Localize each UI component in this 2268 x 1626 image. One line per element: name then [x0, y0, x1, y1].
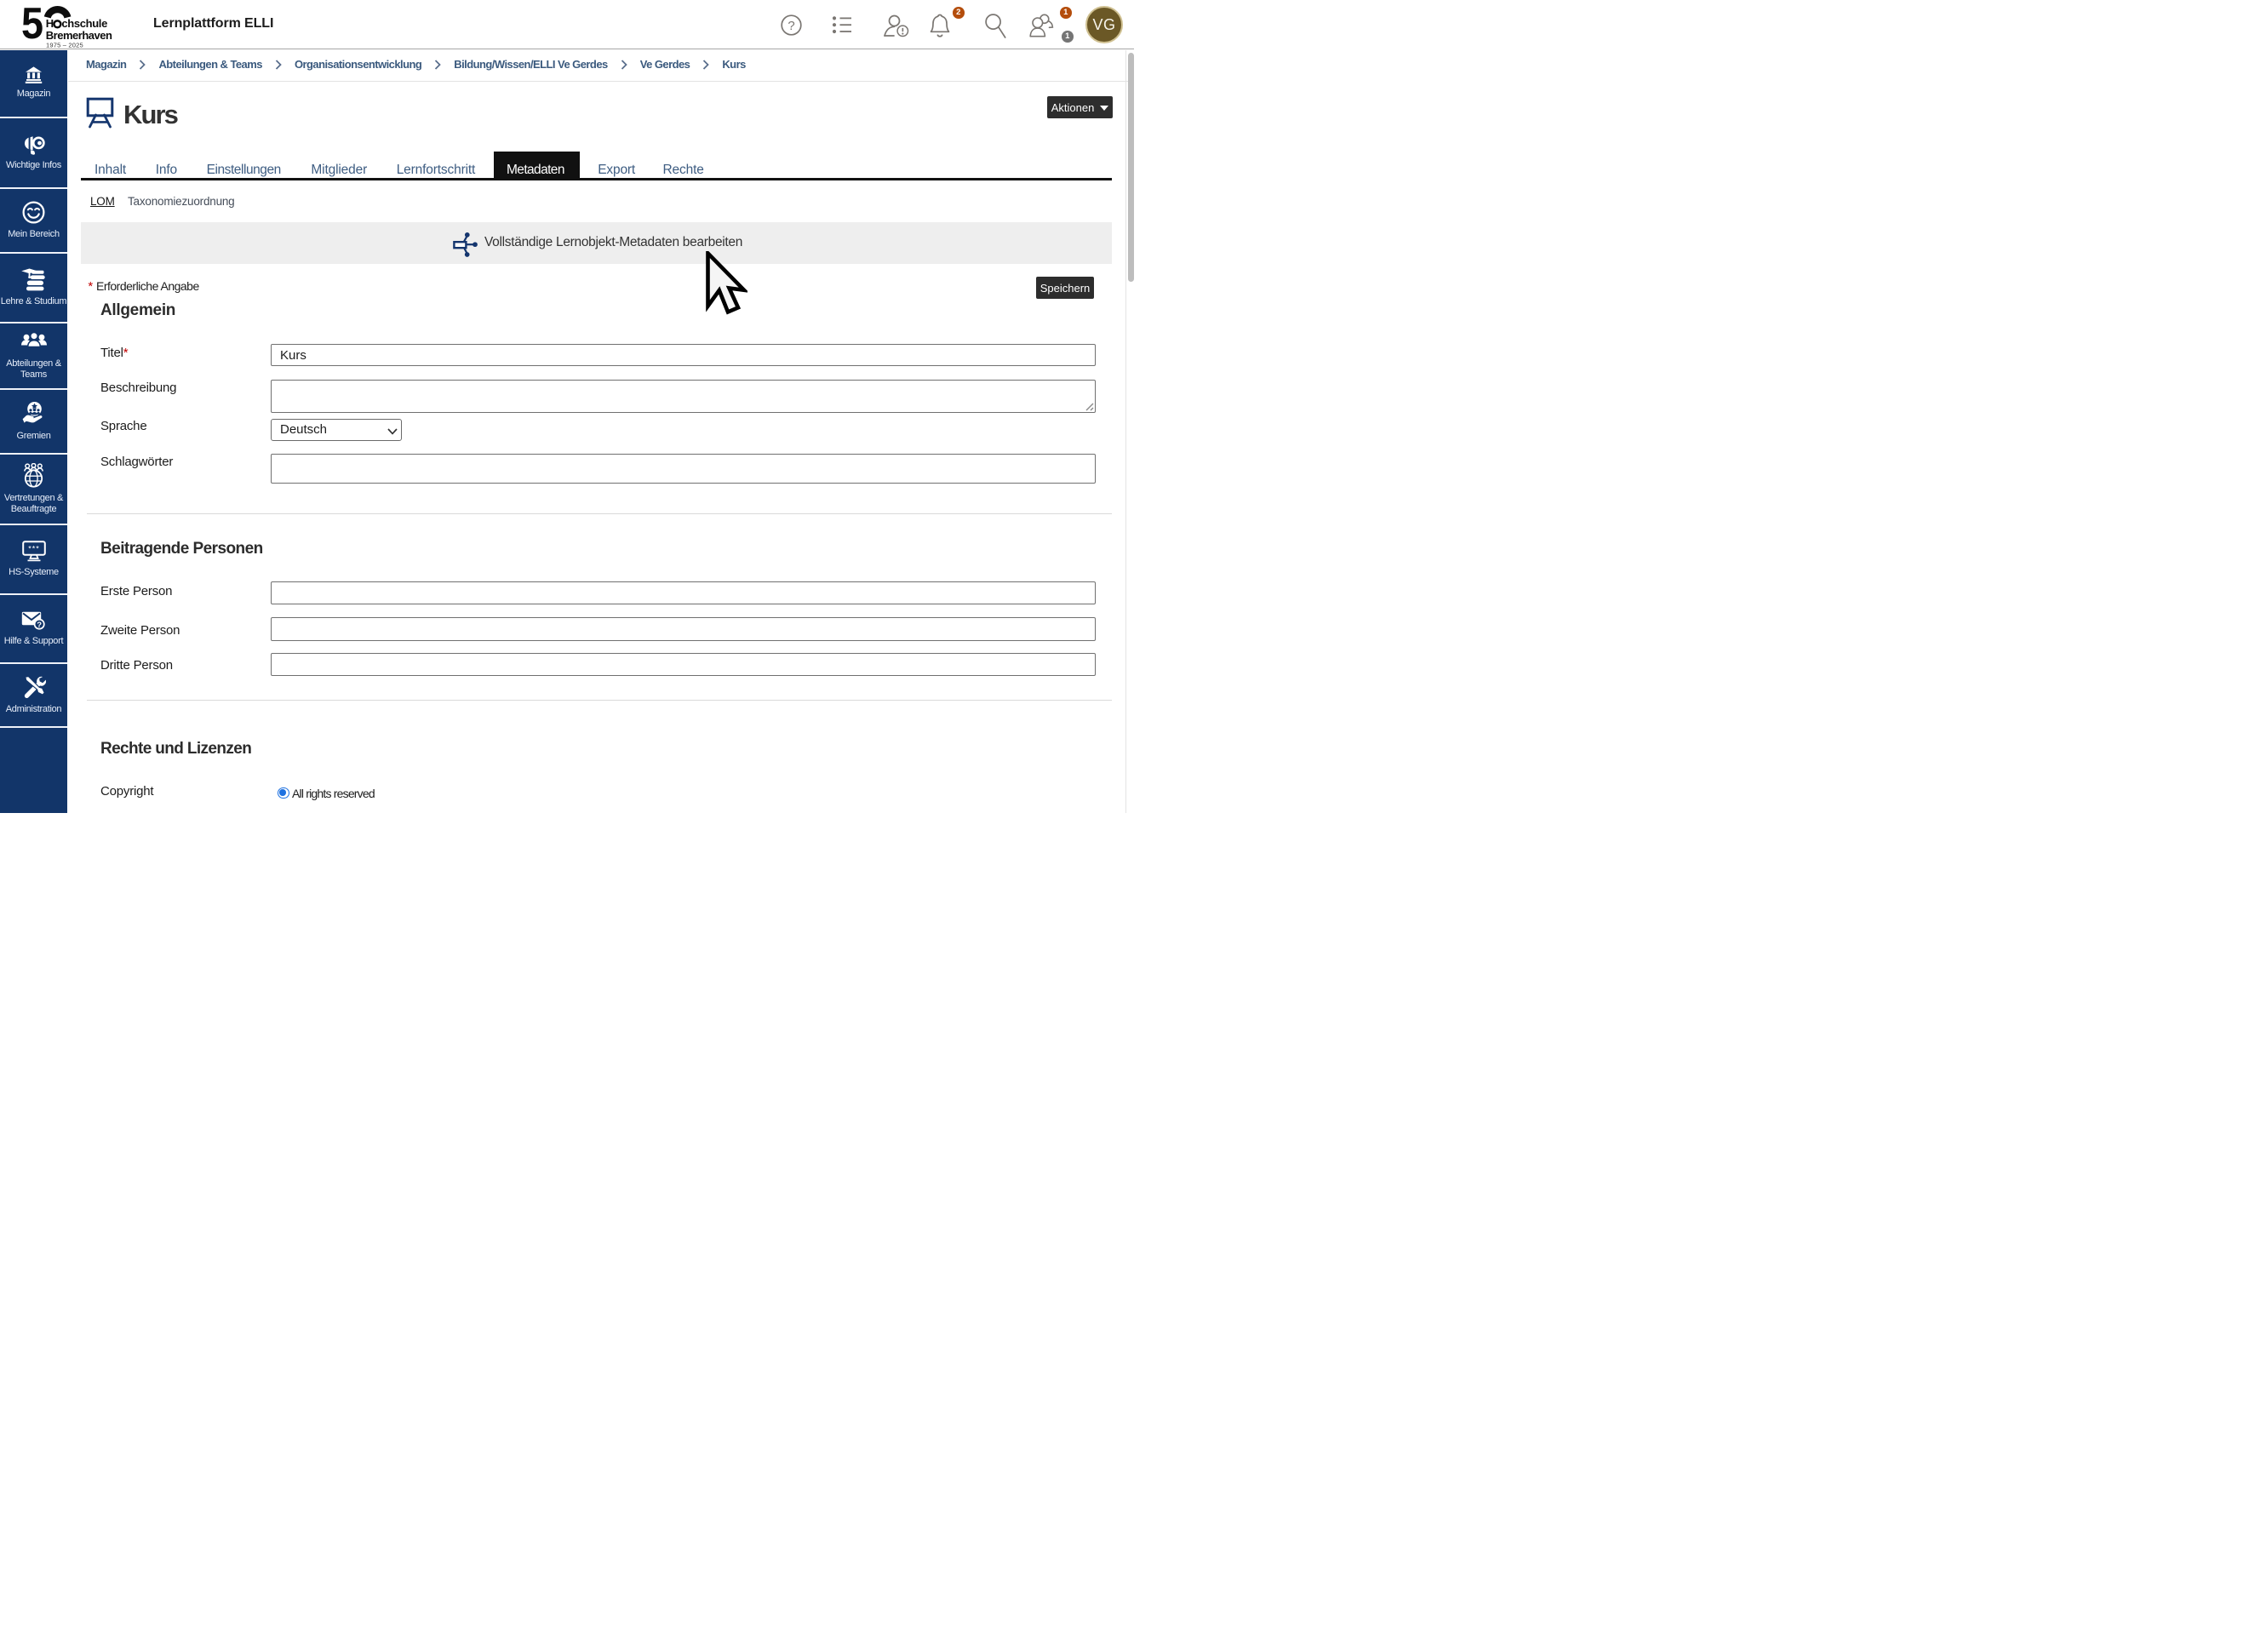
svg-text:?: ?: [37, 621, 42, 630]
svg-text:5: 5: [21, 5, 43, 49]
svg-text:Bremerhaven: Bremerhaven: [46, 29, 112, 42]
svg-text:?: ?: [788, 19, 794, 33]
svg-text:***: ***: [28, 544, 40, 552]
svg-text:H: H: [46, 17, 54, 30]
svg-text:chschule: chschule: [61, 17, 107, 30]
svg-text:1975 – 2025: 1975 – 2025: [46, 42, 83, 49]
